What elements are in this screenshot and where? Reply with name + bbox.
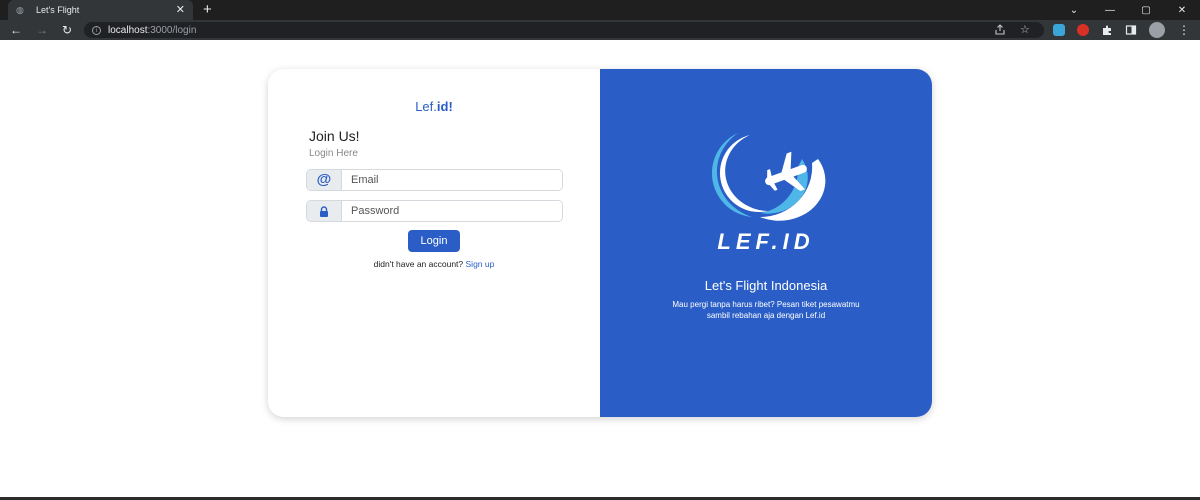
at-sign-icon: @: [307, 170, 342, 190]
forward-arrow-icon[interactable]: →: [34, 22, 50, 38]
back-arrow-icon[interactable]: ←: [8, 22, 24, 38]
extension-translate-icon[interactable]: [1053, 24, 1065, 36]
tab-close-icon[interactable]: ✕: [176, 5, 185, 16]
tab-title: Let's Flight: [36, 5, 80, 15]
globe-icon: ◍: [16, 5, 24, 15]
page-title: Join Us!: [309, 128, 360, 144]
password-field[interactable]: [342, 201, 562, 221]
new-tab-button[interactable]: +: [203, 1, 212, 19]
signup-link[interactable]: Sign up: [466, 259, 495, 269]
star-icon[interactable]: ☆: [1020, 24, 1030, 36]
promo-description-line1: Mau pergi tanpa harus ribet? Pesan tiket…: [672, 300, 860, 309]
brand-prefix: Lef.: [415, 99, 437, 114]
password-input-group: [306, 200, 563, 222]
info-icon[interactable]: i: [92, 25, 101, 35]
profile-avatar[interactable]: [1149, 22, 1165, 38]
kebab-menu-icon[interactable]: ⋮: [1176, 22, 1192, 38]
share-icon[interactable]: [994, 24, 1006, 36]
promo-description: Mau pergi tanpa harus ribet? Pesan tiket…: [648, 299, 884, 321]
extension-record-icon[interactable]: [1077, 24, 1089, 36]
close-window-button[interactable]: ✕: [1164, 0, 1200, 20]
url-host: localhost: [108, 24, 148, 36]
browser-titlebar: ◍ Let's Flight ✕ + ⌄ — ▢ ✕: [0, 0, 1200, 20]
signup-prompt-text: didn't have an account?: [373, 259, 466, 269]
promo-tagline: Let's Flight Indonesia: [704, 278, 828, 293]
reload-icon[interactable]: ↻: [59, 22, 75, 38]
browser-tab[interactable]: ◍ Let's Flight ✕: [8, 0, 193, 20]
signup-prompt: didn't have an account? Sign up: [268, 259, 600, 269]
email-input-group: @: [306, 169, 563, 191]
login-button[interactable]: Login: [408, 230, 460, 252]
address-bar[interactable]: i localhost:3000/login ☆: [84, 22, 1044, 38]
url-path: :3000/login: [147, 24, 197, 36]
maximize-button[interactable]: ▢: [1128, 0, 1164, 20]
brand-name: Lef.id!: [268, 99, 600, 114]
side-panel-icon[interactable]: [1125, 24, 1137, 36]
page-body: Lef.id! Join Us! Login Here @ Login didn…: [0, 40, 1200, 498]
login-card: Lef.id! Join Us! Login Here @ Login didn…: [268, 69, 932, 417]
login-panel: Lef.id! Join Us! Login Here @ Login didn…: [268, 69, 600, 417]
promo-wordmark: LEF.ID: [717, 229, 815, 254]
tab-search-button[interactable]: ⌄: [1056, 0, 1092, 20]
airplane-logo-icon: [711, 133, 826, 221]
puzzle-icon[interactable]: [1101, 24, 1113, 36]
brand-suffix: id!: [436, 99, 453, 114]
lock-icon: [307, 201, 342, 221]
email-field[interactable]: [342, 170, 562, 190]
promo-panel: LEF.ID Let's Flight Indonesia Mau pergi …: [600, 69, 932, 417]
page-subtitle: Login Here: [309, 148, 358, 159]
promo-description-line2: sambil rebahan aja dengan Lef.id: [706, 311, 826, 320]
browser-toolbar: ← → ↻ i localhost:3000/login ☆ ⋮: [0, 20, 1200, 40]
minimize-button[interactable]: —: [1092, 0, 1128, 20]
